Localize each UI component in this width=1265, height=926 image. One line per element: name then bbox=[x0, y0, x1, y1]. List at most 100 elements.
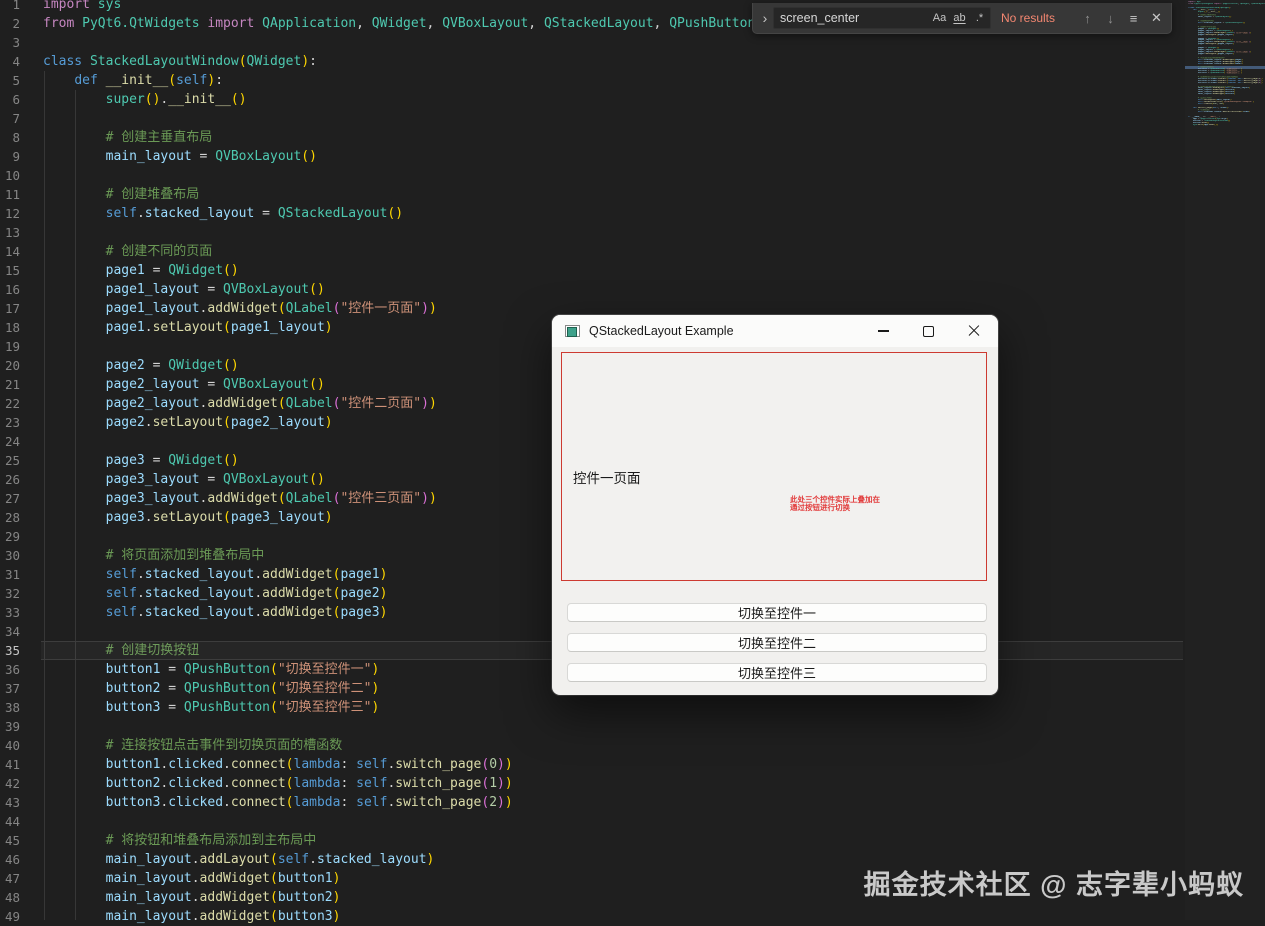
line-number: 13 bbox=[4, 225, 20, 240]
line-number: 19 bbox=[4, 339, 20, 354]
line-number: 30 bbox=[4, 548, 20, 563]
line-number: 3 bbox=[12, 35, 20, 50]
find-query-text[interactable]: screen_center bbox=[780, 11, 930, 25]
line-number: 31 bbox=[4, 567, 20, 582]
line-number: 27 bbox=[4, 491, 20, 506]
line-number: 43 bbox=[4, 795, 20, 810]
line-number: 4 bbox=[12, 54, 20, 69]
find-in-selection-icon[interactable]: ≡ bbox=[1123, 8, 1144, 29]
code-line[interactable]: 14 # 创建不同的页面 bbox=[0, 242, 1183, 261]
window-title: QStackedLayout Example bbox=[589, 324, 734, 338]
line-number: 10 bbox=[4, 168, 20, 183]
code-line[interactable]: 42 button2.clicked.connect(lambda: self.… bbox=[0, 774, 1183, 793]
line-number: 45 bbox=[4, 833, 20, 848]
whole-word-icon[interactable]: ab bbox=[950, 9, 969, 27]
code-line[interactable]: 11 # 创建堆叠布局 bbox=[0, 185, 1183, 204]
line-number: 44 bbox=[4, 814, 20, 829]
find-next-icon[interactable]: ↓ bbox=[1100, 8, 1121, 29]
code-line[interactable]: 39 bbox=[0, 717, 1183, 736]
line-number: 7 bbox=[12, 111, 20, 126]
line-number: 21 bbox=[4, 377, 20, 392]
line-number: 6 bbox=[12, 92, 20, 107]
line-number: 2 bbox=[12, 16, 20, 31]
find-previous-icon[interactable]: ↑ bbox=[1077, 8, 1098, 29]
find-toggle-replace-chevron-icon[interactable]: › bbox=[757, 3, 773, 33]
line-number: 26 bbox=[4, 472, 20, 487]
find-close-icon[interactable]: ✕ bbox=[1146, 8, 1167, 29]
indent-guide bbox=[75, 90, 76, 920]
switch-to-widget-2-button[interactable]: 切换至控件二 bbox=[567, 633, 987, 652]
code-line[interactable]: 16 page1_layout = QVBoxLayout() bbox=[0, 280, 1183, 299]
maximize-button[interactable] bbox=[906, 315, 951, 347]
line-number: 39 bbox=[4, 719, 20, 734]
minimize-button[interactable] bbox=[861, 315, 906, 347]
app-window-icon bbox=[565, 325, 580, 337]
line-number: 32 bbox=[4, 586, 20, 601]
code-line[interactable]: 49 main_layout.addWidget(button3) bbox=[0, 907, 1183, 926]
annotation-line: 通过按钮进行切换 bbox=[790, 502, 850, 512]
code-line[interactable]: 13 bbox=[0, 223, 1183, 242]
line-number: 16 bbox=[4, 282, 20, 297]
code-line[interactable]: 5 def __init__(self): bbox=[0, 71, 1183, 90]
code-line[interactable]: 38 button3 = QPushButton("切换至控件三") bbox=[0, 698, 1183, 717]
close-button[interactable] bbox=[951, 315, 996, 347]
match-case-icon[interactable]: Aa bbox=[930, 9, 949, 27]
line-number: 34 bbox=[4, 624, 20, 639]
watermark: 掘金技术社区 @ 志字辈小蚂蚁 bbox=[863, 870, 1244, 900]
code-line[interactable]: 45 # 将按钮和堆叠布局添加到主布局中 bbox=[0, 831, 1183, 850]
line-number: 47 bbox=[4, 871, 20, 886]
code-line[interactable]: 10 bbox=[0, 166, 1183, 185]
minimize-icon bbox=[878, 330, 889, 332]
stacked-page-area: 控件一页面 此处三个控件实际上叠加在 通过按钮进行切换 bbox=[561, 352, 987, 581]
line-number: 22 bbox=[4, 396, 20, 411]
red-annotation: 此处三个控件实际上叠加在 通过按钮进行切换 bbox=[790, 496, 880, 511]
code-line[interactable]: 4 class StackedLayoutWindow(QWidget): bbox=[0, 52, 1183, 71]
qstackedlayout-example-window: QStackedLayout Example 控件一页面 此处三个控件实际上叠加… bbox=[552, 315, 998, 695]
line-number: 14 bbox=[4, 244, 20, 259]
line-number: 1 bbox=[12, 0, 20, 12]
switch-to-widget-1-button[interactable]: 切换至控件一 bbox=[567, 603, 987, 622]
find-widget: › screen_center Aa ab .* No results ↑ ↓ … bbox=[752, 3, 1172, 34]
line-number: 25 bbox=[4, 453, 20, 468]
line-number: 8 bbox=[12, 130, 20, 145]
indent-guide bbox=[44, 71, 45, 920]
window-titlebar[interactable]: QStackedLayout Example bbox=[552, 315, 998, 347]
line-number: 9 bbox=[12, 149, 20, 164]
line-number: 15 bbox=[4, 263, 20, 278]
line-number: 36 bbox=[4, 662, 20, 677]
code-line[interactable]: 3 bbox=[0, 33, 1183, 52]
code-line[interactable]: 43 button3.clicked.connect(lambda: self.… bbox=[0, 793, 1183, 812]
line-number: 28 bbox=[4, 510, 20, 525]
maximize-icon bbox=[923, 325, 934, 337]
page-label: 控件一页面 bbox=[573, 471, 641, 486]
line-number: 49 bbox=[4, 909, 20, 924]
minimap[interactable]: import sys from PyQt6.QtWidgets import QA… bbox=[1185, 0, 1265, 920]
line-number: 41 bbox=[4, 757, 20, 772]
line-number: 23 bbox=[4, 415, 20, 430]
line-number: 37 bbox=[4, 681, 20, 696]
line-number: 24 bbox=[4, 434, 20, 449]
code-line[interactable]: 6 super().__init__() bbox=[0, 90, 1183, 109]
regex-icon[interactable]: .* bbox=[970, 9, 989, 27]
line-number: 17 bbox=[4, 301, 20, 316]
line-number: 48 bbox=[4, 890, 20, 905]
line-number: 35 bbox=[4, 643, 20, 658]
code-line[interactable]: 44 bbox=[0, 812, 1183, 831]
line-number: 38 bbox=[4, 700, 20, 715]
find-results-label: No results bbox=[1001, 11, 1056, 25]
code-line[interactable]: 15 page1 = QWidget() bbox=[0, 261, 1183, 280]
line-number: 46 bbox=[4, 852, 20, 867]
line-number: 33 bbox=[4, 605, 20, 620]
line-number: 11 bbox=[4, 187, 20, 202]
code-line[interactable]: 9 main_layout = QVBoxLayout() bbox=[0, 147, 1183, 166]
line-number: 40 bbox=[4, 738, 20, 753]
code-line[interactable]: 40 # 连接按钮点击事件到切换页面的槽函数 bbox=[0, 736, 1183, 755]
line-number: 18 bbox=[4, 320, 20, 335]
code-line[interactable]: 8 # 创建主垂直布局 bbox=[0, 128, 1183, 147]
code-line[interactable]: 12 self.stacked_layout = QStackedLayout(… bbox=[0, 204, 1183, 223]
code-line[interactable]: 41 button1.clicked.connect(lambda: self.… bbox=[0, 755, 1183, 774]
code-line[interactable]: 7 bbox=[0, 109, 1183, 128]
find-input[interactable]: screen_center Aa ab .* bbox=[773, 7, 991, 29]
line-number: 42 bbox=[4, 776, 20, 791]
switch-to-widget-3-button[interactable]: 切换至控件三 bbox=[567, 663, 987, 682]
